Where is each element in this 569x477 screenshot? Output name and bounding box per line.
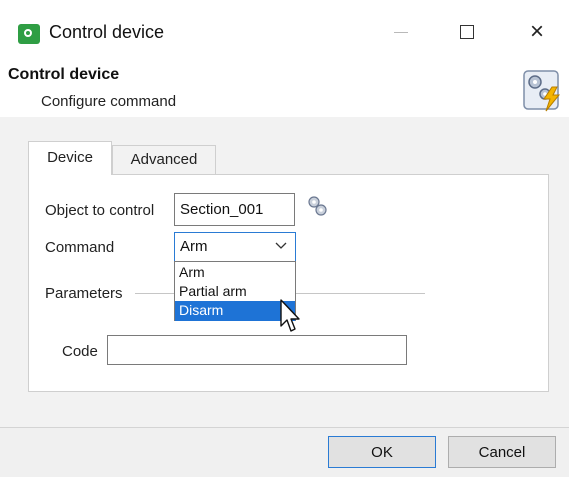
command-option-arm[interactable]: Arm: [175, 263, 295, 283]
tab-advanced[interactable]: Advanced: [112, 145, 216, 174]
command-option-disarm[interactable]: Disarm: [175, 301, 295, 321]
gear-icon[interactable]: [304, 193, 332, 221]
minimize-button[interactable]: [376, 14, 426, 50]
command-dropdown[interactable]: Arm: [174, 232, 296, 262]
code-field[interactable]: [107, 335, 407, 365]
object-to-control-label: Object to control: [45, 202, 155, 219]
object-to-control-field[interactable]: Section_001: [174, 193, 295, 226]
gears-lightning-icon: [523, 70, 561, 112]
close-button[interactable]: ×: [512, 14, 562, 50]
app-icon: [18, 24, 40, 44]
mouse-cursor-icon: [280, 299, 300, 332]
close-icon: ×: [529, 18, 544, 45]
cancel-button[interactable]: Cancel: [448, 436, 556, 468]
command-options-list: Arm Partial arm Disarm: [174, 261, 296, 321]
dialog-subheading: Configure command: [41, 93, 177, 110]
chevron-down-icon: [275, 242, 287, 249]
minimize-icon: [394, 31, 408, 33]
maximize-icon: [460, 25, 474, 39]
maximize-button[interactable]: [442, 14, 492, 50]
parameters-group-label: Parameters: [45, 285, 123, 302]
command-label: Command: [45, 239, 115, 256]
code-label: Code: [62, 343, 98, 360]
tab-device[interactable]: Device: [28, 141, 112, 175]
window-title: Control device: [49, 22, 165, 42]
command-selected-value: Arm: [180, 238, 208, 255]
dialog-heading: Control device: [8, 66, 120, 83]
command-option-partial-arm[interactable]: Partial arm: [175, 282, 295, 302]
ok-button[interactable]: OK: [328, 436, 436, 468]
